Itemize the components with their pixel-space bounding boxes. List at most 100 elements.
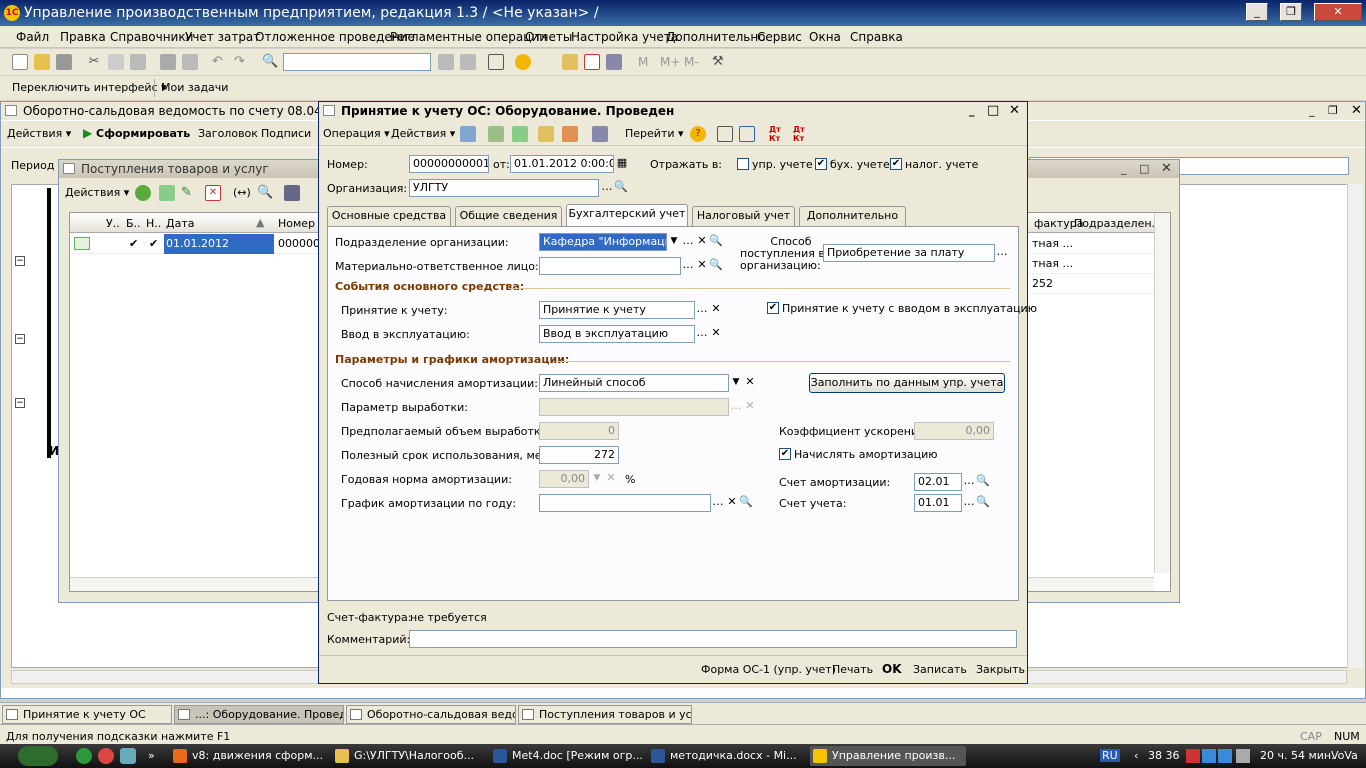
- bookkeeping-checkbox[interactable]: ✔: [815, 158, 827, 170]
- info-icon[interactable]: [515, 54, 531, 70]
- tray-expand-icon[interactable]: ‹: [1134, 749, 1138, 762]
- col-u[interactable]: У..: [106, 217, 120, 230]
- find-prev-icon[interactable]: [438, 54, 454, 70]
- header-button[interactable]: Заголовок: [198, 127, 258, 140]
- add-icon[interactable]: [135, 185, 151, 201]
- search-icon[interactable]: 🔍: [262, 54, 278, 70]
- menu-service[interactable]: Сервис: [757, 30, 802, 44]
- signatures-button[interactable]: Подписи: [261, 127, 311, 140]
- accept-with-commission-checkbox[interactable]: ✔: [767, 302, 779, 314]
- doc-close-button[interactable]: ✕: [1009, 102, 1020, 120]
- dt-kt-icon[interactable]: Дт Кт: [769, 125, 781, 143]
- number-field[interactable]: 00000000001: [409, 155, 489, 173]
- tray-alert-icon[interactable]: [1186, 749, 1200, 763]
- os-task-firefox[interactable]: v8: движения сформ...: [170, 746, 330, 766]
- dtn-kt-icon[interactable]: Дт Кт: [793, 125, 805, 143]
- tab-additional[interactable]: Дополнительно: [799, 206, 906, 226]
- goto-menu[interactable]: Перейти ▾: [625, 127, 684, 140]
- copy-doc-icon[interactable]: [159, 185, 175, 201]
- menu-accounting-settings[interactable]: Настройка учета: [571, 30, 678, 44]
- select-button[interactable]: …: [711, 495, 725, 511]
- task-asset-acceptance-list[interactable]: Принятие к учету ОС: [2, 705, 172, 724]
- tools-icon[interactable]: ⚒: [712, 54, 728, 70]
- tax-accounting-checkbox[interactable]: ✔: [890, 158, 902, 170]
- col-department[interactable]: Подразделен...: [1074, 217, 1162, 230]
- annual-rate-field[interactable]: 0,00: [539, 470, 589, 488]
- table-row[interactable]: тная ...: [1026, 254, 1154, 274]
- select-button[interactable]: …: [681, 234, 695, 250]
- post-icon[interactable]: [538, 126, 554, 142]
- start-button[interactable]: [18, 746, 58, 766]
- menu-file[interactable]: Файл: [16, 30, 49, 44]
- collapse-icon[interactable]: −: [15, 398, 25, 408]
- print-button[interactable]: Печать: [832, 663, 873, 676]
- output-param-field[interactable]: [539, 398, 729, 416]
- post-and-close-icon[interactable]: [460, 126, 476, 142]
- chevron-down-icon[interactable]: ▼: [667, 234, 681, 250]
- select-button[interactable]: …: [729, 399, 743, 415]
- organization-field[interactable]: УЛГТУ: [409, 179, 599, 197]
- collapse-icon[interactable]: −: [15, 256, 25, 266]
- receipt-method-field[interactable]: Приобретение за плату: [823, 244, 995, 262]
- filter-icon[interactable]: [284, 185, 300, 201]
- doc-actions-menu[interactable]: Действия ▾: [391, 127, 455, 140]
- clock[interactable]: 20 ч. 54 мин.: [1260, 749, 1335, 762]
- col-number[interactable]: Номер: [278, 217, 315, 230]
- quick-launch-more-icon[interactable]: »: [148, 749, 155, 762]
- maximize-button[interactable]: ❐: [1280, 3, 1302, 21]
- open-icon[interactable]: 🔍: [709, 258, 723, 274]
- volume-icon[interactable]: [1236, 749, 1250, 763]
- copy-doc-icon[interactable]: [512, 126, 528, 142]
- memory-mplus-icon[interactable]: M+: [660, 55, 680, 69]
- os-task-explorer[interactable]: G:\УЛГТУ\Налогооб...: [332, 746, 488, 766]
- os-task-word-doc[interactable]: Met4.doc [Режим огр...: [490, 746, 646, 766]
- depreciation-method-field[interactable]: Линейный способ: [539, 374, 729, 392]
- department-field[interactable]: Кафедра "Информацио: [539, 233, 667, 251]
- select-button[interactable]: …: [695, 302, 709, 318]
- commission-event-field[interactable]: Ввод в эксплуатацию: [539, 325, 695, 343]
- minimize-button[interactable]: _: [1246, 3, 1268, 21]
- utorrent-icon[interactable]: [76, 748, 92, 764]
- account-field[interactable]: 01.01: [914, 494, 962, 512]
- osv-actions-menu[interactable]: Действия ▾: [7, 127, 71, 140]
- menu-regular-operations[interactable]: Регламентные операции: [390, 30, 547, 44]
- delete-icon[interactable]: ✕: [205, 185, 221, 201]
- os-task-word-docx[interactable]: методичка.docx - Mi...: [648, 746, 804, 766]
- receipts-close-button[interactable]: ✕: [1161, 160, 1172, 178]
- os-task-1c[interactable]: Управление произв...: [810, 746, 966, 766]
- mgmt-accounting-checkbox[interactable]: [737, 158, 749, 170]
- clear-icon[interactable]: ✕: [725, 495, 739, 511]
- menu-edit[interactable]: Правка: [60, 30, 106, 44]
- date-field[interactable]: 01.01.2012 0:00:00: [510, 155, 614, 173]
- structure-icon[interactable]: [592, 126, 608, 142]
- comment-field[interactable]: [409, 630, 1017, 648]
- copy-icon[interactable]: [108, 54, 124, 70]
- help-icon[interactable]: ?: [690, 126, 706, 142]
- receipts-maximize-button[interactable]: □: [1139, 160, 1149, 178]
- tab-fixed-assets[interactable]: Основные средства: [327, 206, 451, 226]
- osv-restore-button[interactable]: ❐: [1328, 102, 1338, 120]
- select-button[interactable]: …: [600, 180, 614, 196]
- open-icon[interactable]: 🔍: [614, 180, 628, 196]
- doc-minimize-button[interactable]: _: [969, 102, 975, 120]
- clear-icon[interactable]: ✕: [604, 471, 618, 487]
- doc-maximize-button[interactable]: □: [987, 102, 999, 120]
- clear-icon[interactable]: ✕: [695, 258, 709, 274]
- tray-network-icon[interactable]: [1202, 749, 1216, 763]
- search-input[interactable]: [283, 53, 431, 71]
- clear-icon[interactable]: ✕: [709, 302, 723, 318]
- fill-from-mgmt-button[interactable]: Заполнить по данным упр. учета: [809, 373, 1005, 393]
- row-date-cell[interactable]: 01.01.2012 0:00:00: [164, 234, 274, 270]
- close-doc-button[interactable]: Закрыть: [976, 663, 1025, 676]
- preview-icon[interactable]: [182, 54, 198, 70]
- clear-icon[interactable]: ✕: [695, 234, 709, 250]
- clear-icon[interactable]: ✕: [743, 375, 757, 391]
- calculator-icon[interactable]: [562, 54, 578, 70]
- open-folder-icon[interactable]: [34, 54, 50, 70]
- depreciation-account-field[interactable]: 02.01: [914, 473, 962, 491]
- task-osv-report[interactable]: Оборотно-сальдовая ведом...: [346, 705, 516, 724]
- language-indicator[interactable]: RU: [1100, 749, 1120, 762]
- ok-button[interactable]: OK: [882, 662, 902, 676]
- tray-display-icon[interactable]: [1218, 749, 1232, 763]
- tab-general-info[interactable]: Общие сведения: [455, 206, 562, 226]
